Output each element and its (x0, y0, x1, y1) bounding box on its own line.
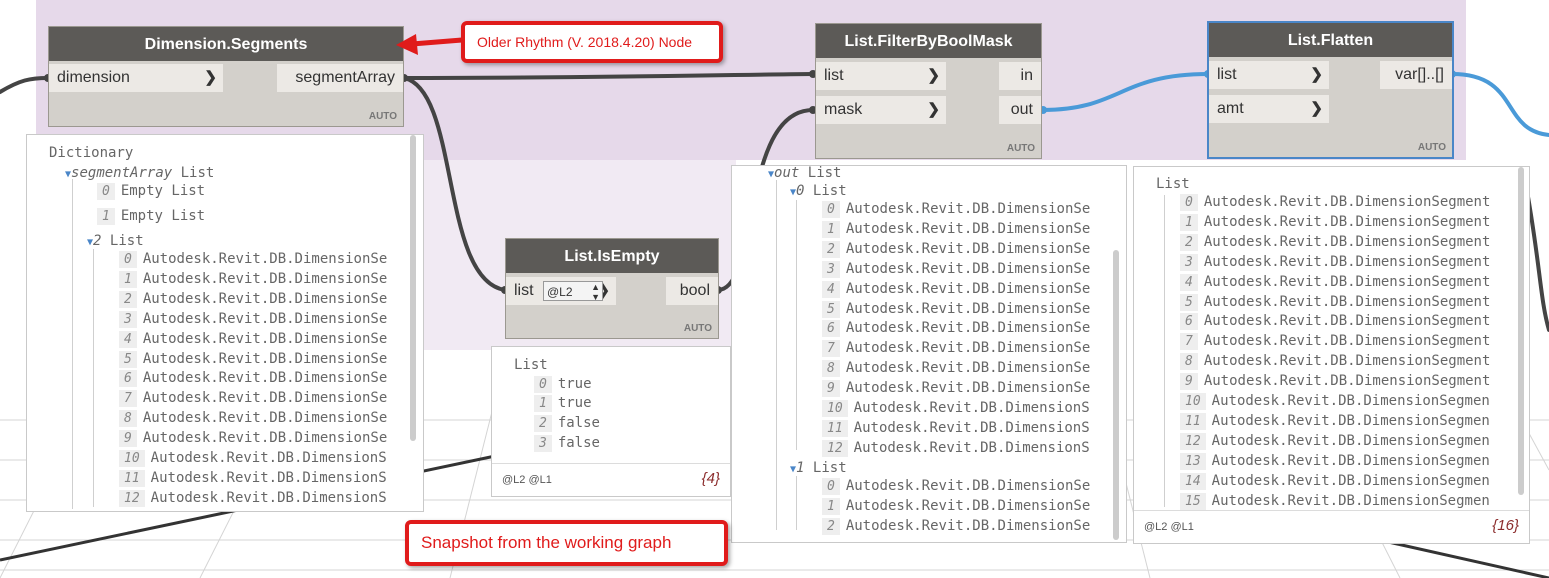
callout-arrow (396, 34, 463, 55)
callout-older-node: Older Rhythm (V. 2018.4.20) Node (461, 21, 723, 63)
callout-snapshot: Snapshot from the working graph (405, 520, 728, 566)
